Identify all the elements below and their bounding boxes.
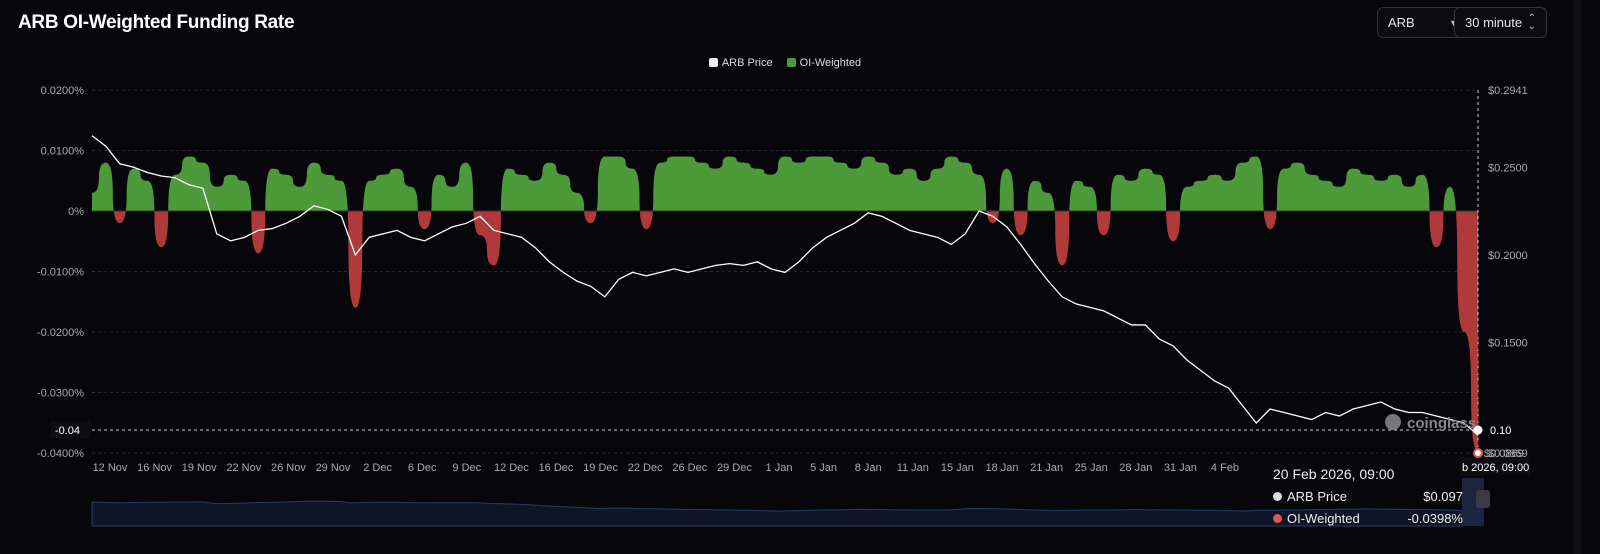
x-tick: 26 Nov — [271, 462, 306, 474]
x-tick: 2 Dec — [363, 462, 392, 474]
x-tick: 11 Jan — [897, 462, 929, 474]
x-tick: 6 Dec — [408, 462, 437, 474]
y-left-tick: 0% — [68, 206, 84, 218]
y-left-tick: -0.0100% — [37, 267, 84, 279]
navigator-area — [91, 500, 1463, 527]
x-tick: 18 Jan — [985, 462, 1018, 474]
x-tick: 31 Jan — [1164, 462, 1197, 474]
y-left-tick: -0.0400% — [37, 448, 84, 460]
navigator-handle[interactable] — [1476, 490, 1490, 508]
coinglass-logo-icon — [1385, 414, 1401, 431]
y-right-tick: $0.2000 — [1488, 250, 1528, 262]
tooltip: 20 Feb 2026, 09:00 ARB Price $0.097 OI-We… — [1273, 466, 1463, 526]
crosshair-bottom-label: b 2026, 09:00 — [1462, 462, 1529, 474]
x-tick: 26 Dec — [672, 462, 707, 474]
x-tick: 22 Nov — [226, 462, 261, 474]
x-tick: 19 Nov — [182, 462, 217, 474]
x-tick: 29 Dec — [717, 462, 752, 474]
y-right-tick: $0.1500 — [1488, 337, 1528, 349]
x-tick: 15 Jan — [941, 462, 974, 474]
x-tick: 9 Dec — [452, 462, 481, 474]
x-tick: 28 Jan — [1119, 462, 1152, 474]
x-tick: 5 Jan — [810, 462, 837, 474]
x-tick: 12 Nov — [93, 462, 128, 474]
x-tick: 25 Jan — [1075, 462, 1108, 474]
y-left-tick: 0.0200% — [41, 85, 85, 97]
x-tick: 29 Nov — [316, 462, 351, 474]
x-tick: 4 Feb — [1211, 462, 1239, 474]
tooltip-date: 20 Feb 2026, 09:00 — [1273, 466, 1395, 482]
crosshair-right-label: 0.10 — [1490, 425, 1511, 437]
y-right-tick: $0.2941 — [1488, 85, 1528, 97]
x-tick: 16 Nov — [137, 462, 172, 474]
x-tick: 21 Jan — [1030, 462, 1063, 474]
x-tick: 12 Dec — [494, 462, 529, 474]
funding-positive-area — [92, 156, 1478, 211]
x-tick: 16 Dec — [539, 462, 574, 474]
y-left-tick: 0.0100% — [41, 146, 85, 158]
x-tick: 22 Dec — [628, 462, 663, 474]
x-tick: 1 Jan — [766, 462, 793, 474]
watermark: coinglass — [1407, 415, 1476, 432]
y-left-tick: -0.0200% — [37, 327, 84, 339]
page-scrollbar[interactable] — [1573, 0, 1581, 554]
x-tick: 8 Jan — [855, 462, 882, 474]
y-left-tick: -0.0300% — [37, 388, 84, 400]
y-right-tick: $0.2500 — [1488, 162, 1528, 174]
tooltip-row-price: ARB Price $0.097 — [1273, 489, 1463, 504]
x-tick: 19 Dec — [583, 462, 618, 474]
crosshair-left-label: -0.04 — [55, 425, 80, 437]
funding-marker — [1473, 448, 1483, 458]
tooltip-row-oi: OI-Weighted -0.0398% — [1273, 511, 1463, 526]
